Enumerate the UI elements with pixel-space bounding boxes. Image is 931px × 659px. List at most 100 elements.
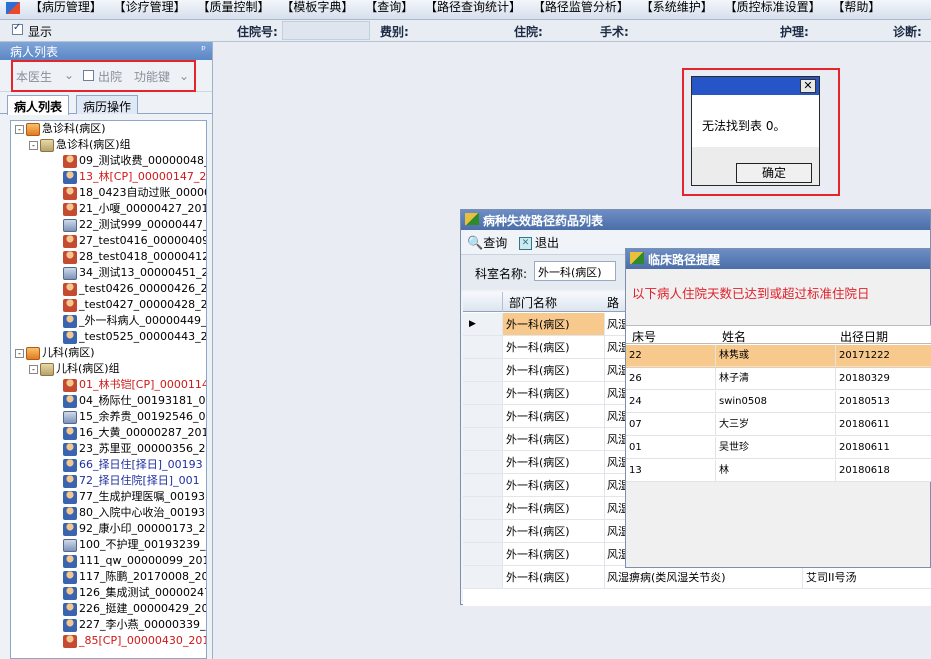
tree-node-group[interactable]: - 儿科(病区)组 (11, 361, 206, 377)
tab-patient-list[interactable]: 病人列表 (7, 95, 70, 115)
cell-dept[interactable]: 外一科(病区) (503, 405, 605, 428)
col-exit-date[interactable]: 出径日期 (840, 328, 888, 345)
cell-dept[interactable]: 外一科(病区) (503, 543, 605, 566)
overdue-row[interactable]: 24 swin0508 20180513 (626, 391, 931, 414)
tree-node-group[interactable]: - 急诊科(病区) (11, 121, 206, 137)
collapse-icon[interactable]: - (29, 364, 38, 374)
overdue-row[interactable]: 13 林 20180618 (626, 460, 931, 483)
cell-dept[interactable]: 外一科(病区) (503, 520, 605, 543)
drug-window-titlebar[interactable]: 病种失效路径药品列表 (461, 210, 930, 230)
tree-node-patient[interactable]: _test0426_00000426_20 (11, 281, 206, 297)
ok-button[interactable]: 确定 (736, 163, 812, 183)
tree-node-patient[interactable]: 226_挺建_00000429_201 (11, 601, 206, 617)
menu-item-system[interactable]: 【系统维护】 (637, 0, 717, 15)
cell-dept[interactable]: 外一科(病区) (503, 382, 605, 405)
tree-node-patient[interactable]: _test0525_00000443_20 (11, 329, 206, 345)
tree-node-patient[interactable]: _test0427_00000428_20 (11, 297, 206, 313)
tree-node-patient[interactable]: 16_大黄_00000287_2018 (11, 425, 206, 441)
overdue-row[interactable]: 22 林隽彧 20171222 (626, 345, 931, 368)
row-header[interactable] (463, 382, 503, 405)
row-header[interactable] (463, 405, 503, 428)
menu-item-help[interactable]: 【帮助】 (828, 0, 884, 15)
cell-dept[interactable]: 外一科(病区) (503, 359, 605, 382)
tree-node-patient[interactable]: 66_择日住[择日]_00193 (11, 457, 206, 473)
row-header[interactable] (463, 474, 503, 497)
tree-node-patient[interactable]: 80_入院中心收治_00193 (11, 505, 206, 521)
menu-item-query[interactable]: 【查询】 (361, 0, 417, 15)
tree-node-patient[interactable]: 117_陈鹏_20170008_201 (11, 569, 206, 585)
dept-name-input[interactable]: 外一科(病区) (534, 261, 616, 281)
collapse-icon[interactable]: - (15, 124, 24, 134)
query-button[interactable]: 🔍查询 (467, 236, 507, 251)
col-bed[interactable]: 床号 (632, 328, 656, 345)
tree-node-patient[interactable]: 01_林书铠[CP]_0000114 (11, 377, 206, 393)
tab-record-ops[interactable]: 病历操作 (76, 95, 139, 114)
row-header[interactable] (463, 520, 503, 543)
row-header[interactable] (463, 566, 503, 589)
col-dept-name[interactable]: 部门名称 (509, 294, 557, 311)
patient-icon (63, 266, 77, 280)
tree-node-label: 117_陈鹏_20170008_201 (79, 570, 207, 583)
cell-dept[interactable]: 外一科(病区) (503, 566, 605, 589)
cell-dept[interactable]: 外一科(病区) (503, 451, 605, 474)
row-header[interactable] (463, 428, 503, 451)
tree-node-patient[interactable]: _85[CP]_00000430_2018 (11, 633, 206, 649)
overdue-row[interactable]: 07 大三岁 20180611 (626, 414, 931, 437)
row-header[interactable] (463, 451, 503, 474)
tree-node-patient[interactable]: 23_苏里亚_00000356_20 (11, 441, 206, 457)
tree-node-patient[interactable]: 227_李小燕_00000339_2 (11, 617, 206, 633)
overdue-row[interactable]: 26 林子清 20180329 (626, 368, 931, 391)
col-path-name[interactable]: 路 (607, 294, 619, 311)
menu-item-diagnosis-mgmt[interactable]: 【诊疗管理】 (110, 0, 190, 15)
tree-node-patient[interactable]: 77_生成护理医嘱_00193 (11, 489, 206, 505)
tree-node-patient[interactable]: 34_测试13_00000451_20 (11, 265, 206, 281)
row-header[interactable] (463, 543, 503, 566)
tree-node-patient[interactable]: 111_qw_00000099_20170 (11, 553, 206, 569)
inpatient-no-field[interactable] (282, 21, 370, 40)
tree-node-patient[interactable]: 100_不护理_00193239_0 (11, 537, 206, 553)
cell-dept[interactable]: 外一科(病区) (503, 474, 605, 497)
tree-node-patient[interactable]: 72_择日住院[择日]_001 (11, 473, 206, 489)
tree-node-patient[interactable]: 09_测试收费_00000048_ (11, 153, 206, 169)
tree-node-patient[interactable]: _外一科病人_00000449_ (11, 313, 206, 329)
pin-icon[interactable]: ᵖ (201, 43, 206, 56)
cell-dept[interactable]: 外一科(病区) (503, 428, 605, 451)
close-icon[interactable]: ✕ (800, 79, 816, 93)
tree-node-patient[interactable]: 04_杨际仕_00193181_00 (11, 393, 206, 409)
col-name[interactable]: 姓名 (722, 328, 746, 345)
row-header[interactable] (463, 497, 503, 520)
exit-button[interactable]: ✕ 退出 (519, 236, 559, 250)
menu-item-path-monitor[interactable]: 【路径监管分析】 (529, 0, 633, 15)
collapse-icon[interactable]: - (29, 140, 38, 150)
menu-item-medical-records[interactable]: 【病历管理】 (26, 0, 106, 15)
tree-node-patient[interactable]: 21_小嗄_00000427_2018 (11, 201, 206, 217)
menu-item-path-stats[interactable]: 【路径查询统计】 (421, 0, 525, 15)
cell-drug[interactable]: 艾司II号汤 (803, 566, 931, 589)
tree-node-patient[interactable]: 27_test0416_00000409_ (11, 233, 206, 249)
tree-node-group[interactable]: - 儿科(病区) (11, 345, 206, 361)
collapse-icon[interactable]: - (15, 348, 24, 358)
tree-node-patient[interactable]: 92_康小印_00000173_20 (11, 521, 206, 537)
tree-node-patient[interactable]: 28_test0418_00000412_ (11, 249, 206, 265)
path-window-titlebar[interactable]: 临床路径提醒 (626, 249, 930, 269)
menu-item-template-dict[interactable]: 【模板字典】 (277, 0, 357, 15)
tree-node-group[interactable]: - 急诊科(病区)组 (11, 137, 206, 153)
cell-dept[interactable]: 外一科(病区) (503, 313, 605, 336)
cell-dept[interactable]: 外一科(病区) (503, 336, 605, 359)
tree-node-patient[interactable]: 18_0423自动过账_00000 (11, 185, 206, 201)
tree-node-patient[interactable]: 22_测试999_00000447_2 (11, 217, 206, 233)
row-header[interactable] (463, 336, 503, 359)
row-header[interactable]: ▶ (463, 313, 503, 336)
tree-node-patient[interactable]: 15_余养贵_00192546_00 (11, 409, 206, 425)
tree-node-label: 18_0423自动过账_00000 (79, 186, 207, 199)
row-header[interactable] (463, 359, 503, 382)
tree-node-patient[interactable]: 13_林[CP]_00000147_20 (11, 169, 206, 185)
cell-dept[interactable]: 外一科(病区) (503, 497, 605, 520)
show-checkbox[interactable] (12, 22, 23, 35)
overdue-row[interactable]: 01 吴世珍 20180611 (626, 437, 931, 460)
menu-item-quality-control[interactable]: 【质量控制】 (194, 0, 274, 15)
tree-node-label: _外一科病人_00000449_ (79, 314, 207, 327)
cell-path[interactable]: 风湿痹病(类风湿关节炎) (605, 566, 803, 589)
tree-node-patient[interactable]: 126_集成测试_00000247 (11, 585, 206, 601)
menu-item-qc-standard[interactable]: 【质控标准设置】 (721, 0, 825, 15)
